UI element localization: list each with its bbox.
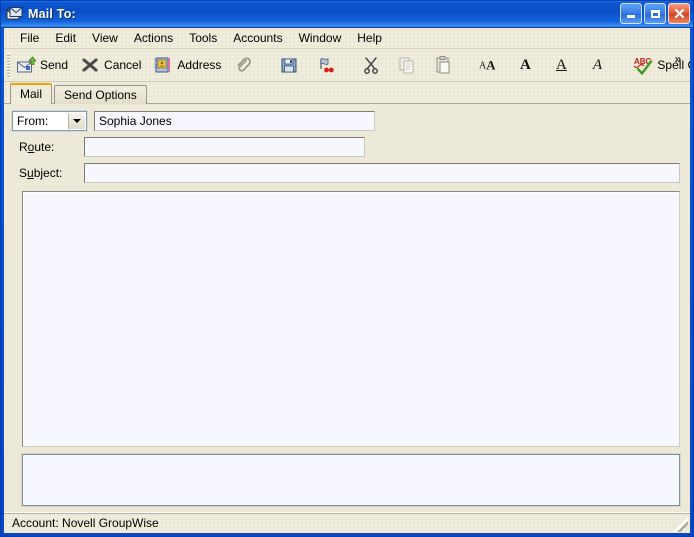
send-button[interactable]: Send	[11, 51, 73, 79]
cancel-button-label: Cancel	[104, 58, 142, 72]
mail-compose-window: Mail To: File Edit View Actions Tools Ac…	[0, 0, 694, 537]
from-input[interactable]: Sophia Jones	[94, 110, 375, 131]
from-dropdown-label: From:	[17, 113, 49, 128]
underline-glyph: A	[556, 56, 567, 73]
resize-grip-icon[interactable]	[674, 518, 688, 532]
paste-button[interactable]	[428, 51, 462, 79]
paperclip-icon	[233, 55, 253, 75]
send-mail-icon	[16, 55, 37, 75]
window-controls	[620, 3, 690, 24]
cancel-x-icon	[80, 55, 100, 75]
address-book-icon	[153, 55, 173, 75]
attachment-pane[interactable]	[22, 454, 680, 506]
spell-check-abc-icon: ABC	[633, 55, 653, 75]
close-icon	[674, 8, 684, 19]
subject-row: Subject:	[12, 162, 682, 183]
italic-glyph: A	[592, 56, 602, 73]
from-row: From: Sophia Jones	[11, 109, 682, 132]
route-label-pre: R	[19, 139, 28, 154]
mail-compose-icon	[6, 6, 23, 22]
underline-button[interactable]: A	[546, 51, 580, 79]
bold-glyph: A	[520, 56, 531, 73]
message-body-editor[interactable]	[22, 191, 680, 447]
subject-label: Subject:	[12, 166, 84, 180]
route-input[interactable]	[84, 136, 365, 157]
toolbar: Send Cancel Address A A A A A ABC Spell …	[4, 49, 690, 82]
subject-label-post: bject:	[33, 165, 63, 180]
title-bar: Mail To:	[1, 1, 693, 28]
cut-button[interactable]	[356, 51, 390, 79]
subject-label-accel: u	[27, 165, 34, 180]
tab-strip: Mail Send Options	[4, 82, 690, 104]
font-size-icon: A A	[479, 55, 499, 75]
underline-icon: A	[551, 55, 571, 75]
save-floppy-icon	[279, 55, 299, 75]
menu-view[interactable]: View	[84, 29, 126, 48]
window-title: Mail To:	[28, 7, 76, 21]
maximize-button[interactable]	[644, 3, 666, 24]
copy-button[interactable]	[392, 51, 426, 79]
subject-label-pre: S	[19, 165, 28, 180]
close-button[interactable]	[668, 3, 690, 24]
address-button-label: Address	[177, 58, 222, 72]
address-button[interactable]: Address	[148, 51, 226, 79]
menu-accounts[interactable]: Accounts	[225, 29, 290, 48]
subject-input[interactable]	[84, 162, 680, 183]
tab-mail[interactable]: Mail	[10, 83, 53, 104]
italic-button[interactable]: A	[582, 51, 616, 79]
menu-help[interactable]: Help	[349, 29, 390, 48]
cancel-button[interactable]: Cancel	[75, 51, 146, 79]
from-dropdown[interactable]: From:	[11, 109, 88, 132]
route-label: Route:	[12, 140, 84, 154]
menu-file[interactable]: File	[12, 29, 47, 48]
send-button-label: Send	[40, 58, 69, 72]
copy-icon	[397, 55, 417, 75]
menu-tools[interactable]: Tools	[181, 29, 225, 48]
chevron-down-icon[interactable]	[68, 112, 85, 129]
attach-button[interactable]	[228, 51, 262, 79]
chevron-double-right-icon[interactable]: »	[668, 49, 688, 84]
menu-bar: File Edit View Actions Tools Accounts Wi…	[4, 28, 690, 49]
minimize-button[interactable]	[620, 3, 642, 24]
paste-clipboard-icon	[433, 55, 453, 75]
route-row: Route:	[12, 136, 682, 157]
scissors-icon	[361, 55, 381, 75]
menu-actions[interactable]: Actions	[126, 29, 181, 48]
tab-send-options-label: Send Options	[64, 88, 137, 102]
from-input-value: Sophia Jones	[99, 113, 172, 128]
italic-icon: A	[587, 55, 607, 75]
status-bar: Account: Novell GroupWise	[4, 512, 690, 533]
menu-edit[interactable]: Edit	[47, 29, 84, 48]
menu-window[interactable]: Window	[291, 29, 350, 48]
font-button[interactable]: A A	[474, 51, 508, 79]
status-account-text: Account: Novell GroupWise	[12, 516, 159, 530]
route-label-post: ute:	[34, 139, 55, 154]
client-area: File Edit View Actions Tools Accounts Wi…	[4, 28, 690, 533]
priority-button[interactable]	[310, 51, 344, 79]
svg-text:A: A	[487, 59, 497, 73]
priority-flag-icon	[315, 55, 335, 75]
save-button[interactable]	[274, 51, 308, 79]
bold-button[interactable]: A	[510, 51, 544, 79]
header-form: From: Sophia Jones Route: Subject:	[4, 104, 690, 189]
bold-icon: A	[515, 55, 535, 75]
tab-send-options[interactable]: Send Options	[54, 85, 147, 104]
tab-mail-label: Mail	[20, 87, 43, 101]
